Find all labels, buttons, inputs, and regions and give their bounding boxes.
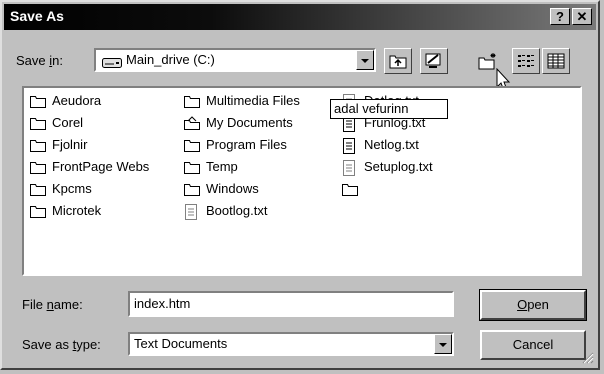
- drive-icon: [102, 56, 122, 71]
- new-folder-icon: [478, 52, 498, 73]
- text-file-icon: [342, 138, 358, 154]
- folder-icon: [30, 138, 46, 152]
- folder-icon: [184, 160, 200, 174]
- folder-icon: [184, 94, 200, 108]
- resize-grip-icon[interactable]: [582, 352, 594, 364]
- cancel-button[interactable]: Cancel: [480, 330, 586, 360]
- text-file-icon: [184, 204, 200, 220]
- details-view-button[interactable]: [542, 48, 570, 74]
- desktop-button[interactable]: [420, 48, 448, 74]
- save-as-dialog: Save As ? ✕ Save in: Main_drive (C:) Aeu…: [0, 0, 600, 370]
- details-view-icon: [547, 53, 565, 72]
- text-file-icon: [342, 160, 358, 176]
- save-in-dropdown-button[interactable]: [356, 50, 374, 70]
- file-list[interactable]: Aeudora Corel Fjolnir FrontPage Webs Kpc…: [22, 86, 582, 276]
- window-title: Save As: [10, 8, 64, 24]
- folder-icon: [30, 204, 46, 218]
- list-view-icon: [517, 53, 535, 72]
- up-one-level-button[interactable]: [384, 48, 412, 74]
- rename-input[interactable]: adal vefurinn: [330, 99, 448, 119]
- folder-icon: [30, 160, 46, 174]
- folder-icon: [184, 182, 200, 196]
- help-button[interactable]: ?: [550, 8, 570, 25]
- file-name-input[interactable]: index.htm: [128, 291, 454, 317]
- folder-icon: [30, 116, 46, 130]
- title-bar[interactable]: Save As ? ✕: [4, 4, 596, 30]
- open-button[interactable]: Open: [479, 289, 587, 321]
- up-one-level-icon: [389, 53, 407, 72]
- folder-icon: [30, 94, 46, 108]
- save-as-type-dropdown[interactable]: Text Documents: [128, 332, 454, 356]
- save-in-value: Main_drive (C:): [126, 52, 215, 67]
- save-in-label: Save in:: [16, 53, 63, 68]
- save-as-type-dropdown-button[interactable]: [434, 334, 452, 354]
- file-name-label: File name:: [22, 297, 83, 312]
- close-button[interactable]: ✕: [572, 8, 592, 25]
- folder-icon: [184, 138, 200, 152]
- list-view-button[interactable]: [512, 48, 540, 74]
- folder-icon: [342, 182, 358, 196]
- save-in-dropdown[interactable]: Main_drive (C:): [94, 48, 376, 72]
- save-as-type-value: Text Documents: [134, 336, 228, 351]
- desktop-icon: [425, 52, 443, 73]
- folder-icon: [30, 182, 46, 196]
- my-documents-icon: [184, 116, 200, 130]
- save-as-type-label: Save as type:: [22, 337, 101, 352]
